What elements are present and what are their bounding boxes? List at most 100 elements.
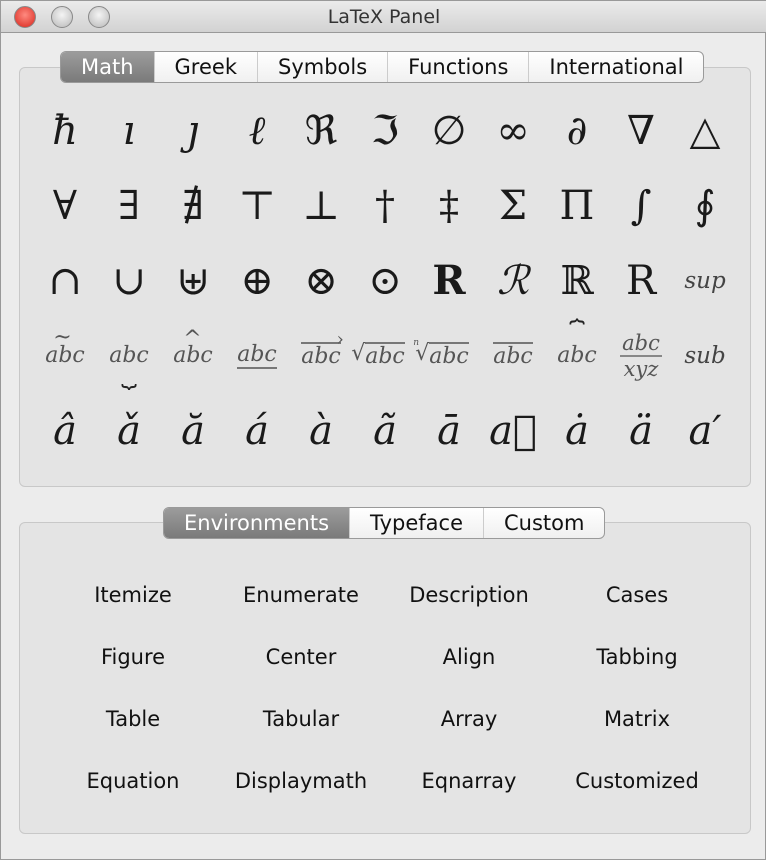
symbol-hbar-button[interactable]: ħ [33, 93, 97, 168]
otimes-symbol: ⊗ [304, 257, 338, 304]
symbol-otimes-button[interactable]: ⊗ [289, 243, 353, 318]
jmath-symbol: ȷ [186, 107, 200, 154]
tab-custom[interactable]: Custom [483, 508, 604, 538]
symbol-sqrt-button[interactable]: abc [351, 318, 417, 393]
symbol-re-button[interactable]: ℜ [289, 93, 353, 168]
symbol-underline-button[interactable]: abc [225, 318, 289, 393]
symbol-oplus-button[interactable]: ⊕ [225, 243, 289, 318]
symbol-mathbb-button[interactable]: ℝ [545, 243, 609, 318]
widehat-symbol: abc [173, 327, 213, 368]
env-tabbing-button[interactable]: Tabbing [553, 626, 721, 688]
odot-symbol: ⊙ [368, 257, 402, 304]
env-cases-button[interactable]: Cases [553, 564, 721, 626]
symbol-widehat-button[interactable]: abc [161, 318, 225, 393]
env-align-button[interactable]: Align [385, 626, 553, 688]
symbol-jmath-button[interactable]: ȷ [161, 93, 225, 168]
symbol-top-button[interactable]: ⊤ [225, 168, 289, 243]
underline-symbol: abc [237, 342, 277, 369]
env-displaymath-button[interactable]: Displaymath [217, 750, 385, 812]
symbol-bot-button[interactable]: ⊥ [289, 168, 353, 243]
dagger-symbol: † [375, 182, 395, 229]
symbol-dagger-button[interactable]: † [353, 168, 417, 243]
symbol-frac-button[interactable]: abc xyz [609, 318, 673, 393]
symbol-acute-button[interactable]: á [225, 393, 289, 468]
symbol-grave-button[interactable]: à [289, 393, 353, 468]
symbol-ddagger-button[interactable]: ‡ [417, 168, 481, 243]
cup-symbol: ∪ [112, 257, 146, 304]
env-figure-button[interactable]: Figure [49, 626, 217, 688]
symbol-nexists-button[interactable]: ∄ [161, 168, 225, 243]
tab-functions[interactable]: Functions [387, 52, 528, 82]
env-tabular-button[interactable]: Tabular [217, 688, 385, 750]
symbol-cap-button[interactable]: ∩ [33, 243, 97, 318]
symbol-emptyset-button[interactable]: ∅ [417, 93, 481, 168]
symbol-prime-button[interactable]: a′ [673, 393, 737, 468]
symbol-overrightarrow-button[interactable]: abc [289, 318, 353, 393]
triangle-symbol: △ [689, 107, 721, 154]
tab-international[interactable]: International [528, 52, 703, 82]
symbol-check-button[interactable]: ǎ [97, 393, 161, 468]
symbol-bar-button[interactable]: ā [417, 393, 481, 468]
acute-symbol: á [245, 407, 269, 454]
symbol-dot-button[interactable]: ȧ [545, 393, 609, 468]
grave-symbol: à [309, 407, 333, 454]
symbol-im-button[interactable]: ℑ [353, 93, 417, 168]
symbol-triangle-button[interactable]: △ [673, 93, 737, 168]
sum-symbol: Σ [498, 182, 528, 229]
title-bar: LaTeX Panel [1, 1, 766, 33]
check-symbol: ǎ [117, 407, 141, 454]
mathrm-symbol: R [625, 257, 657, 304]
env-equation-button[interactable]: Equation [49, 750, 217, 812]
symbol-ell-button[interactable]: ℓ [225, 93, 289, 168]
symbol-ddot-button[interactable]: ä [609, 393, 673, 468]
symbol-nabla-button[interactable]: ∇ [609, 93, 673, 168]
tab-math[interactable]: Math [61, 52, 154, 82]
tab-environments[interactable]: Environments [164, 508, 350, 538]
tab-symbols[interactable]: Symbols [256, 52, 387, 82]
env-array-button[interactable]: Array [385, 688, 553, 750]
env-itemize-button[interactable]: Itemize [49, 564, 217, 626]
symbol-widetilde-button[interactable]: abc [33, 318, 97, 393]
symbol-partial-button[interactable]: ∂ [545, 93, 609, 168]
env-description-button[interactable]: Description [385, 564, 553, 626]
symbol-int-button[interactable]: ∫ [609, 168, 673, 243]
symbol-subscript-button[interactable]: sub [673, 318, 737, 393]
symbol-breve-button[interactable]: ă [161, 393, 225, 468]
symbol-infty-button[interactable]: ∞ [481, 93, 545, 168]
symbol-odot-button[interactable]: ⊙ [353, 243, 417, 318]
numerator: abc [620, 330, 662, 357]
symbol-overbrace-button[interactable]: abc [545, 318, 609, 393]
symbol-oint-button[interactable]: ∮ [673, 168, 737, 243]
symbol-uplus-button[interactable]: ⊎ [161, 243, 225, 318]
symbol-cup-button[interactable]: ∪ [97, 243, 161, 318]
symbol-nth-root-button[interactable]: abc [413, 318, 481, 393]
denominator: xyz [623, 356, 659, 381]
env-matrix-button[interactable]: Matrix [553, 688, 721, 750]
symbol-underbrace-button[interactable]: abc [97, 318, 161, 393]
symbol-imath-button[interactable]: ı [97, 93, 161, 168]
symbol-sum-button[interactable]: Σ [481, 168, 545, 243]
close-button[interactable] [14, 6, 36, 28]
symbol-overline-button[interactable]: abc [481, 318, 545, 393]
tab-typeface[interactable]: Typeface [349, 508, 483, 538]
tab-greek[interactable]: Greek [153, 52, 257, 82]
symbol-tilde-button[interactable]: ã [353, 393, 417, 468]
env-enumerate-button[interactable]: Enumerate [217, 564, 385, 626]
symbol-hat-button[interactable]: â [33, 393, 97, 468]
symbol-vec-button[interactable]: a⃗ [481, 393, 545, 468]
symbol-forall-button[interactable]: ∀ [33, 168, 97, 243]
symbol-exists-button[interactable]: ∃ [97, 168, 161, 243]
underbrace-symbol: abc [109, 343, 149, 390]
env-eqnarray-button[interactable]: Eqnarray [385, 750, 553, 812]
zoom-button[interactable] [88, 6, 110, 28]
hat-symbol: â [53, 407, 77, 454]
symbol-mathbf-button[interactable]: R [417, 243, 481, 318]
symbol-mathcal-button[interactable]: ℛ [481, 243, 545, 318]
symbol-superscript-button[interactable]: sup [673, 243, 737, 318]
symbol-prod-button[interactable]: Π [545, 168, 609, 243]
env-table-button[interactable]: Table [49, 688, 217, 750]
minimize-button[interactable] [51, 6, 73, 28]
env-customized-button[interactable]: Customized [553, 750, 721, 812]
env-center-button[interactable]: Center [217, 626, 385, 688]
symbol-mathrm-button[interactable]: R [609, 243, 673, 318]
